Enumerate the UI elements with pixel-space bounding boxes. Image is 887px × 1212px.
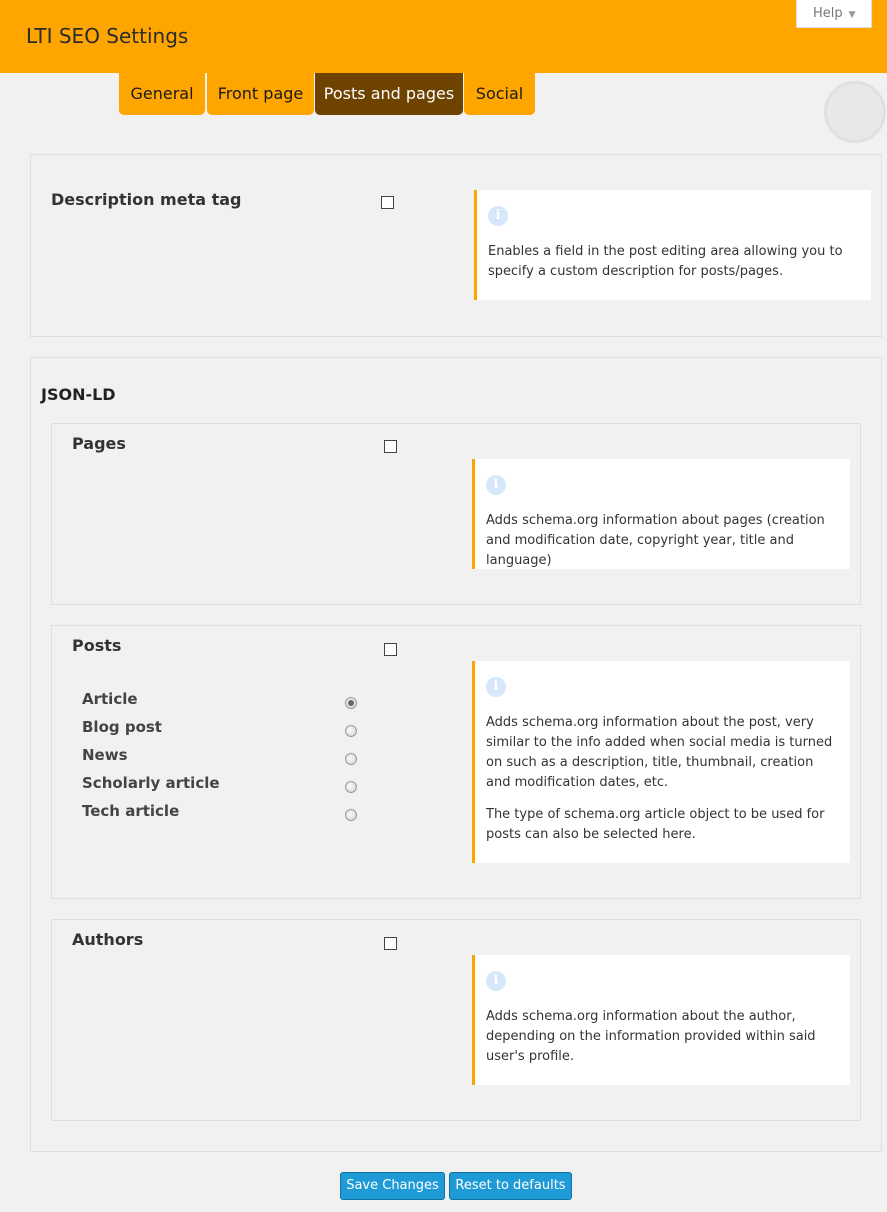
post-type-blog-post-label: Blog post — [82, 718, 162, 736]
post-type-blog-post-radio[interactable] — [345, 725, 357, 737]
posts-info: i Adds schema.org information about the … — [472, 661, 850, 863]
authors-label: Authors — [72, 930, 144, 949]
authors-info: i Adds schema.org information about the … — [472, 955, 850, 1085]
post-type-article-label: Article — [82, 690, 138, 708]
info-icon: i — [486, 475, 506, 495]
tab-posts-and-pages[interactable]: Posts and pages — [315, 73, 463, 115]
save-changes-button[interactable]: Save Changes — [340, 1172, 445, 1200]
tab-general[interactable]: General — [119, 73, 205, 115]
info-text: Adds schema.org information about the po… — [486, 715, 833, 790]
info-text: The type of schema.org article object to… — [486, 807, 825, 842]
help-label: Help — [813, 6, 843, 21]
pages-label: Pages — [72, 434, 126, 453]
post-type-scholarly-article-label: Scholarly article — [82, 774, 220, 792]
authors-checkbox[interactable] — [384, 937, 397, 950]
info-text: Enables a field in the post editing area… — [488, 244, 843, 279]
info-text: Adds schema.org information about the au… — [486, 1009, 816, 1064]
info-icon: i — [488, 206, 508, 226]
post-type-tech-article-radio[interactable] — [345, 809, 357, 821]
parrot-logo-icon — [824, 81, 886, 143]
help-button[interactable]: Help ▼ — [796, 0, 872, 28]
page-title: LTI SEO Settings — [26, 24, 189, 48]
tab-social[interactable]: Social — [464, 73, 535, 115]
description-meta-info: i Enables a field in the post editing ar… — [474, 190, 871, 300]
post-type-scholarly-article-radio[interactable] — [345, 781, 357, 793]
posts-checkbox[interactable] — [384, 643, 397, 656]
description-meta-checkbox[interactable] — [381, 196, 394, 209]
tab-front-page[interactable]: Front page — [207, 73, 314, 115]
info-text: Adds schema.org information about pages … — [486, 513, 825, 568]
pages-checkbox[interactable] — [384, 440, 397, 453]
pages-info: i Adds schema.org information about page… — [472, 459, 850, 569]
jsonld-title: JSON-LD — [41, 385, 116, 404]
posts-label: Posts — [72, 636, 122, 655]
info-icon: i — [486, 971, 506, 991]
post-type-news-radio[interactable] — [345, 753, 357, 765]
info-icon: i — [486, 677, 506, 697]
post-type-article-radio[interactable] — [345, 697, 357, 709]
description-meta-label: Description meta tag — [51, 190, 242, 209]
post-type-tech-article-label: Tech article — [82, 802, 180, 820]
post-type-news-label: News — [82, 746, 128, 764]
chevron-down-icon: ▼ — [848, 10, 856, 20]
reset-to-defaults-button[interactable]: Reset to defaults — [449, 1172, 572, 1200]
